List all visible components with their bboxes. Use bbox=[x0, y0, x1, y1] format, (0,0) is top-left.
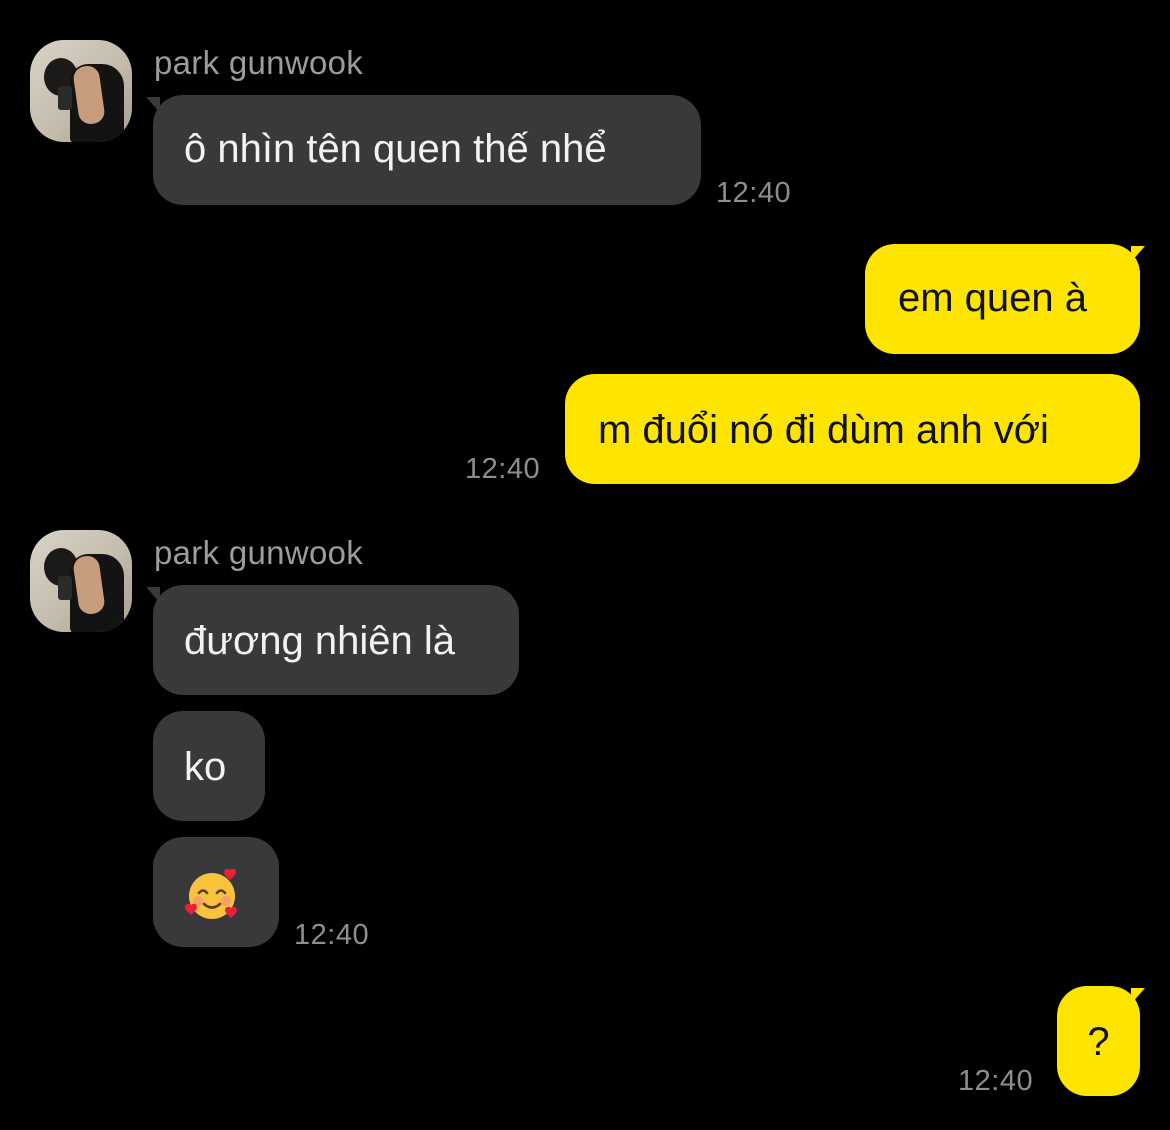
sender-name: park gunwook bbox=[154, 534, 364, 571]
smiling-face-with-hearts-icon bbox=[185, 867, 241, 923]
message-bubble-outgoing[interactable]: ? bbox=[1057, 986, 1140, 1096]
avatar[interactable] bbox=[30, 530, 132, 632]
message-bubble-outgoing[interactable]: em quen à bbox=[865, 244, 1140, 354]
avatar[interactable] bbox=[30, 40, 132, 142]
message-timestamp: 12:40 bbox=[716, 177, 792, 209]
message-bubble-incoming-emoji[interactable] bbox=[153, 837, 279, 947]
avatar-phone bbox=[58, 576, 72, 600]
message-timestamp: 12:40 bbox=[958, 1065, 1034, 1097]
message-bubble-incoming[interactable]: ko bbox=[153, 711, 265, 821]
message-bubble-incoming[interactable]: ô nhìn tên quen thế nhể bbox=[153, 95, 701, 205]
avatar-phone bbox=[58, 86, 72, 110]
message-timestamp: 12:40 bbox=[465, 453, 541, 485]
message-bubble-outgoing[interactable]: m đuổi nó đi dùm anh với bbox=[565, 374, 1140, 484]
message-bubble-incoming[interactable]: đương nhiên là bbox=[153, 585, 519, 695]
message-timestamp: 12:40 bbox=[294, 919, 370, 951]
sender-name: park gunwook bbox=[154, 44, 364, 81]
